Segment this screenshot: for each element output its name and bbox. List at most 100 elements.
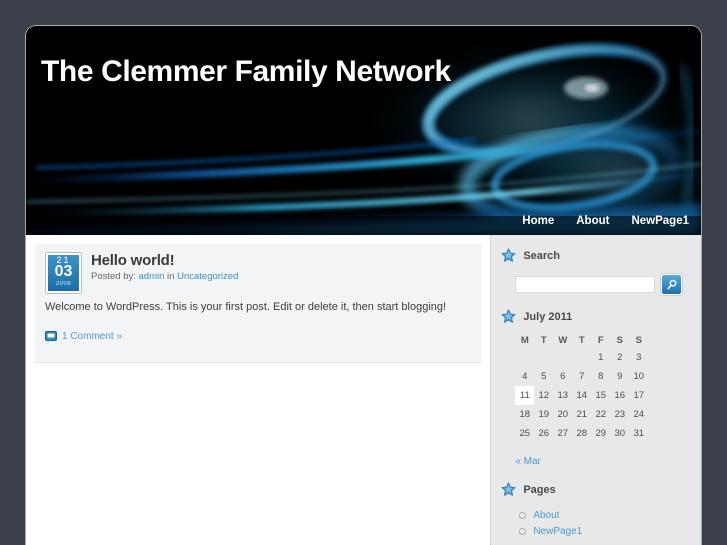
calendar-weekday: S	[635, 334, 642, 346]
calendar-day-cell[interactable]: 5	[534, 367, 553, 386]
calendar-day-cell[interactable]: 10	[629, 367, 648, 386]
widget-pages: Pages About NewPage1	[491, 469, 701, 539]
calendar-weekday: F	[597, 334, 604, 346]
calendar-day-cell[interactable]: 27	[553, 424, 572, 443]
calendar-day-cell[interactable]: 30	[610, 424, 629, 443]
calendar-week-row: 25 26 27 28 29 30 31	[515, 424, 648, 443]
calendar-day-cell[interactable]: 2	[610, 348, 629, 367]
list-item: About	[519, 507, 701, 523]
widget-calendar-header: July 2011	[501, 309, 701, 324]
calendar-weekday: W	[558, 334, 568, 346]
calendar-day-cell[interactable]: 16	[610, 386, 629, 405]
main-content: 21 03 2008 Hello world! Posted by: admin…	[26, 235, 491, 545]
calendar-week-row: 18 19 20 21 22 23 24	[515, 405, 648, 424]
content-columns: 21 03 2008 Hello world! Posted by: admin…	[26, 235, 701, 545]
page-frame: The Clemmer Family Network Home About Ne…	[26, 26, 701, 545]
search-button[interactable]	[660, 273, 684, 296]
star-icon	[501, 248, 516, 262]
calendar-day-cell[interactable]: 18	[515, 405, 534, 424]
calendar-day-cell[interactable]: 17	[629, 386, 648, 405]
calendar-day-cell[interactable]: 9	[610, 367, 629, 386]
widget-pages-title: Pages	[523, 483, 556, 496]
comment-count-link[interactable]: 1 Comment »	[62, 331, 122, 342]
list-item: NewPage1	[519, 523, 701, 539]
calendar-weekday: S	[616, 334, 623, 346]
site-title: The Clemmer Family Network	[41, 55, 451, 88]
calendar-weekday: T	[578, 334, 585, 346]
calendar: MTWTFSS 1 2 3 4 5 6 7 8 9 10 11 12 13 14 15 16 17 18 19 20 2…	[501, 332, 701, 443]
calendar-empty-cell	[534, 348, 553, 367]
nav-item-home[interactable]: Home	[522, 215, 554, 227]
calendar-day-cell[interactable]: 23	[610, 405, 629, 424]
calendar-empty-cell	[515, 348, 534, 367]
calendar-day-cell[interactable]: 8	[591, 367, 610, 386]
calendar-day-cell[interactable]: 22	[591, 405, 610, 424]
post-excerpt: Welcome to WordPress. This is your first…	[45, 301, 447, 313]
page-link[interactable]: NewPage1	[533, 526, 582, 537]
calendar-day-cell[interactable]: 29	[591, 424, 610, 443]
post-header: Hello world! Posted by: admin in Uncateg…	[91, 252, 471, 282]
primary-nav: Home About NewPage1	[522, 215, 689, 227]
calendar-week-row: 123	[515, 348, 648, 367]
calendar-empty-cell	[553, 348, 572, 367]
post-meta-in: in	[167, 271, 175, 282]
calendar-empty-cell	[572, 348, 591, 367]
post-comment-row: 1 Comment »	[45, 331, 471, 343]
calendar-weekday: M	[520, 334, 529, 346]
bullet-icon	[519, 527, 527, 535]
calendar-day-cell[interactable]: 1	[591, 348, 610, 367]
widget-search: Search	[491, 235, 701, 296]
nav-item-about[interactable]: About	[576, 215, 609, 227]
sidebar: Search July 2011 M T W T F S S 1 2 3 4 5…	[490, 235, 701, 545]
nav-item-newpage1[interactable]: NewPage1	[631, 215, 689, 227]
star-icon	[501, 309, 516, 323]
widget-calendar-title: July 2011	[523, 310, 573, 323]
calendar-today-cell[interactable]: 11	[515, 386, 535, 405]
star-icon	[501, 482, 516, 496]
post-author-link[interactable]: admin	[139, 271, 165, 282]
site-banner: The Clemmer Family Network Home About Ne…	[26, 26, 701, 235]
calendar-day-cell[interactable]: 15	[591, 386, 610, 405]
calendar-weekday-row: MTWTFSS	[515, 332, 648, 348]
calendar-day-cell[interactable]: 25	[515, 424, 534, 443]
calendar-day-cell[interactable]: 7	[572, 367, 591, 386]
calendar-nav: « Mar	[501, 451, 701, 469]
calendar-day-cell[interactable]: 31	[629, 424, 648, 443]
comment-bubble-icon	[45, 331, 57, 343]
calendar-day-cell[interactable]: 14	[572, 386, 591, 405]
calendar-day-cell[interactable]: 26	[534, 424, 553, 443]
pages-list: About NewPage1	[501, 507, 701, 539]
post-date-badge: 21 03 2008	[46, 253, 81, 293]
calendar-week-row: 4 5 6 7 8 9 10	[515, 367, 648, 386]
calendar-day-cell[interactable]: 20	[553, 405, 572, 424]
calendar-day-cell[interactable]: 3	[629, 348, 648, 367]
magnifier-icon	[667, 279, 677, 289]
page-link[interactable]: About	[533, 510, 559, 521]
bullet-icon	[519, 511, 527, 519]
post-category-link[interactable]: Uncategorized	[177, 271, 238, 282]
calendar-day-cell[interactable]: 13	[553, 386, 572, 405]
calendar-day-cell[interactable]: 4	[515, 367, 534, 386]
search-row	[501, 273, 701, 296]
calendar-day-cell[interactable]: 6	[553, 367, 572, 386]
calendar-weekday: T	[540, 334, 547, 346]
widget-pages-header: Pages	[501, 482, 701, 497]
post-date-year: 2008	[55, 281, 72, 287]
search-input[interactable]	[515, 276, 656, 293]
calendar-week-row: 11 12 13 14 15 16 17	[515, 386, 648, 405]
post-meta-prefix: Posted by:	[91, 271, 136, 282]
post-entry: 21 03 2008 Hello world! Posted by: admin…	[35, 244, 482, 363]
calendar-day-cell[interactable]: 21	[572, 405, 591, 424]
widget-search-header: Search	[501, 248, 701, 263]
calendar-prev-month-link[interactable]: « Mar	[515, 456, 541, 467]
calendar-day-cell[interactable]: 19	[534, 405, 553, 424]
calendar-day-cell[interactable]: 28	[572, 424, 591, 443]
calendar-day-cell[interactable]: 24	[629, 405, 648, 424]
widget-calendar: July 2011 MTWTFSS 1 2 3 4 5 6 7 8 9 10 11 12 13 14 15 1…	[491, 296, 701, 469]
calendar-day-cell[interactable]: 12	[534, 386, 553, 405]
post-date-day: 03	[54, 263, 73, 280]
widget-search-title: Search	[523, 249, 561, 262]
post-meta: Posted by: admin in Uncategorized	[91, 271, 471, 282]
calendar-table: MTWTFSS 1 2 3 4 5 6 7 8 9 10 11 12 13 14 15 16 17 18 19 20 2…	[515, 332, 648, 443]
post-title: Hello world!	[91, 252, 175, 269]
